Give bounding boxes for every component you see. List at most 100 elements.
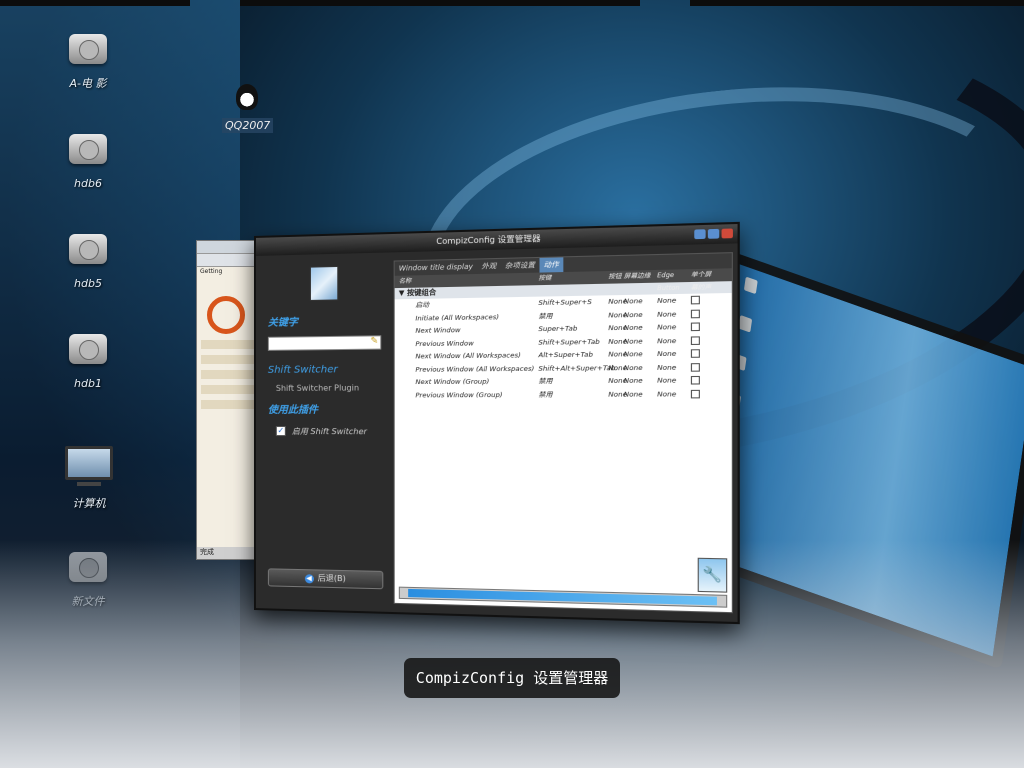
settings-manager-icon <box>310 266 338 301</box>
close-button[interactable] <box>722 228 733 238</box>
row-edge-button[interactable]: None <box>657 307 691 321</box>
row-name: Next Window (Group) <box>395 375 539 389</box>
desktop-icon-new-folder[interactable]: 新文件 <box>43 552 133 609</box>
row-edge-button[interactable]: None <box>657 334 691 348</box>
desktop-icon-hdb6[interactable]: hdb6 <box>43 134 133 191</box>
row-edge-button[interactable]: None <box>657 294 691 308</box>
computer-icon <box>65 446 113 480</box>
desktop-icon-label: hdb1 <box>74 377 102 390</box>
drive-icon <box>69 34 107 64</box>
row-name: Next Window (All Workspaces) <box>395 349 539 363</box>
row-edge[interactable]: None <box>624 321 657 335</box>
row-button[interactable]: None <box>608 361 623 374</box>
penguin-icon <box>236 84 258 110</box>
col-key: 按键 <box>538 271 608 285</box>
row-bell-checkbox[interactable] <box>691 296 700 305</box>
row-button[interactable]: None <box>608 335 623 348</box>
enable-plugin-row[interactable]: ✓ 启用 Shift Switcher <box>276 426 373 437</box>
folder-icon <box>69 552 107 582</box>
desktop-icon-label: hdb5 <box>74 277 102 290</box>
row-name: Previous Window (Group) <box>395 388 539 402</box>
row-edge[interactable]: None <box>624 348 657 362</box>
row-edge-button[interactable]: None <box>657 320 691 334</box>
row-bell-checkbox[interactable] <box>691 309 700 318</box>
row-edge[interactable]: None <box>624 387 657 400</box>
row-edge-button[interactable]: None <box>657 374 691 388</box>
row-bell-checkbox[interactable] <box>691 336 700 345</box>
desktop-icon-label: hdb6 <box>74 177 102 190</box>
tab-appearance[interactable]: 外观 <box>477 259 500 274</box>
row-edge[interactable]: None <box>624 374 657 387</box>
sidebar: 关键字 ✎ Shift Switcher Shift Switcher Plug… <box>262 257 388 604</box>
row-button[interactable]: None <box>608 374 623 387</box>
use-plugin-heading: 使用此插件 <box>268 401 381 416</box>
row-bell-checkbox[interactable] <box>691 389 700 398</box>
clear-filter-icon[interactable]: ✎ <box>370 336 378 346</box>
row-button[interactable]: None <box>608 388 623 401</box>
back-button[interactable]: ◀ 后退(B) <box>268 568 383 589</box>
window-title: CompizConfig 设置管理器 <box>436 234 540 246</box>
row-key[interactable]: Super+Tab <box>538 322 608 336</box>
drive-icon <box>69 234 107 264</box>
desktop-icon-qq[interactable]: QQ2007 <box>222 84 272 133</box>
minimize-button[interactable] <box>694 229 705 239</box>
tab-actions[interactable]: 动作 <box>539 257 563 272</box>
desktop-icon-label: QQ2007 <box>222 118 273 133</box>
row-edge-button[interactable]: None <box>657 361 691 375</box>
row-button[interactable]: None <box>608 295 623 308</box>
row-edge[interactable]: None <box>624 361 657 375</box>
filter-input[interactable]: ✎ <box>268 335 381 351</box>
row-key[interactable]: Shift+Super+S <box>538 295 608 309</box>
enable-plugin-label: 启用 Shift Switcher <box>292 426 367 437</box>
horizontal-scrollbar[interactable] <box>399 587 727 608</box>
col-bell: 单个屏幕的声音 <box>691 269 714 282</box>
top-panel <box>690 0 1024 6</box>
switcher-caption: CompizConfig 设置管理器 <box>404 658 620 698</box>
row-edge[interactable]: None <box>624 308 657 322</box>
row-button[interactable]: None <box>608 348 623 361</box>
desktop-icon-movie-drive[interactable]: A-电 影 <box>43 34 133 91</box>
row-bell-checkbox[interactable] <box>691 322 700 331</box>
col-edge: 屏幕边缘 <box>624 270 657 283</box>
tab-misc[interactable]: 杂项设置 <box>501 258 540 273</box>
row-key[interactable]: Shift+Alt+Super+Tab <box>538 361 608 375</box>
row-button[interactable]: None <box>608 308 623 321</box>
col-edge-button: Edge Button <box>657 269 691 283</box>
desktop-icon-hdb5[interactable]: hdb5 <box>43 234 133 291</box>
plugin-name: Shift Switcher <box>268 364 381 376</box>
col-button: 按钮 <box>608 271 623 284</box>
row-edge-button[interactable]: None <box>657 387 691 400</box>
plugin-description: Shift Switcher Plugin <box>276 383 373 393</box>
compizconfig-window[interactable]: CompizConfig 设置管理器 关键字 ✎ Shift Switcher … <box>254 222 740 624</box>
table-row[interactable]: Previous Window (Group) 禁用 None None Non… <box>395 387 732 402</box>
row-key[interactable]: Shift+Super+Tab <box>538 335 608 349</box>
drive-icon <box>69 134 107 164</box>
desktop-icon-label: A-电 影 <box>70 77 107 90</box>
settings-content: Window title display 外观 杂项设置 动作 名称 按键 按钮… <box>394 252 733 613</box>
monitor-stand <box>77 482 101 486</box>
group-label: 按键组合 <box>407 288 436 297</box>
row-button[interactable]: None <box>608 321 623 334</box>
row-bell-checkbox[interactable] <box>691 376 700 385</box>
row-edge-button[interactable]: None <box>657 347 691 361</box>
ubuntu-logo <box>207 296 245 334</box>
row-key[interactable]: Alt+Super+Tab <box>538 348 608 362</box>
row-edge[interactable]: None <box>624 294 657 308</box>
row-name: Previous Window (All Workspaces) <box>395 362 539 376</box>
top-panel <box>240 0 640 6</box>
desktop-icon-label: 新文件 <box>72 595 105 608</box>
row-edge[interactable]: None <box>624 334 657 348</box>
row-key[interactable]: 禁用 <box>538 374 608 388</box>
row-bell-checkbox[interactable] <box>691 363 700 372</box>
scrollbar-thumb[interactable] <box>408 589 717 605</box>
row-key[interactable]: 禁用 <box>538 308 608 322</box>
filter-heading: 关键字 <box>268 312 381 329</box>
desktop-icon-computer[interactable]: 计算机 <box>62 446 116 511</box>
row-bell-checkbox[interactable] <box>691 349 700 358</box>
enable-plugin-checkbox[interactable]: ✓ <box>276 426 286 436</box>
maximize-button[interactable] <box>708 229 719 239</box>
back-arrow-icon: ◀ <box>305 574 314 583</box>
desktop-icon-hdb1[interactable]: hdb1 <box>43 334 133 391</box>
row-key[interactable]: 禁用 <box>538 388 608 401</box>
desktop-icon-label: 计算机 <box>73 497 106 510</box>
